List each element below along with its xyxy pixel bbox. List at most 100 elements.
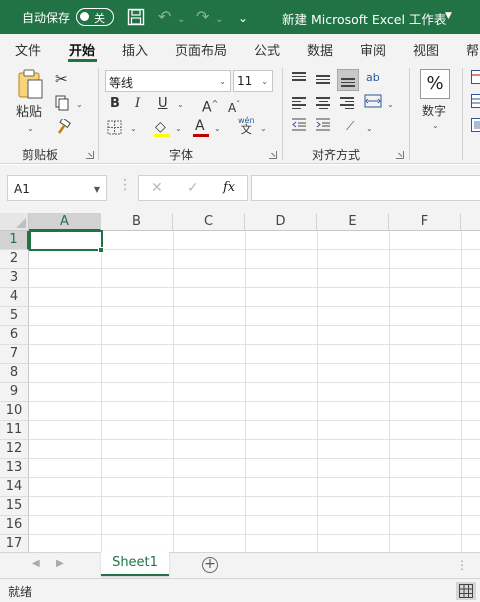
align-center-icon[interactable] <box>316 97 330 109</box>
align-right-icon[interactable] <box>340 97 354 109</box>
worksheet-grid[interactable]: A B C D E F 1 2 3 4 5 6 7 8 9 10 11 12 13 14 15 16 17 <box>0 213 480 552</box>
orientation-icon[interactable]: ab <box>366 69 380 87</box>
grow-font-button[interactable]: A^ <box>202 95 218 117</box>
column-header[interactable]: F <box>389 213 461 231</box>
tab-insert[interactable]: 插入 <box>122 40 148 59</box>
customize-qat-icon[interactable]: ⌄ <box>238 8 248 28</box>
conditional-format-icon[interactable] <box>471 70 480 90</box>
clipboard-launcher-icon[interactable] <box>86 151 94 159</box>
scroll-split-icon[interactable]: ⋮ <box>456 558 468 572</box>
merge-dropdown-icon[interactable]: ⌄ <box>387 100 394 109</box>
row-header[interactable]: 12 <box>0 440 29 459</box>
add-sheet-icon[interactable]: + <box>202 557 218 573</box>
copy-icon[interactable] <box>54 95 70 117</box>
select-all-button[interactable] <box>0 213 29 231</box>
row-header[interactable]: 17 <box>0 535 29 552</box>
paste-button[interactable] <box>12 68 48 108</box>
italic-button[interactable]: I <box>135 95 140 113</box>
column-header[interactable] <box>461 213 480 231</box>
undo-icon[interactable]: ↶ <box>158 7 171 27</box>
row-header[interactable]: 13 <box>0 459 29 478</box>
formula-bar-grip-icon[interactable]: ⋮ <box>118 177 132 193</box>
insert-function-button[interactable]: fx <box>223 180 235 195</box>
font-launcher-icon[interactable] <box>269 151 277 159</box>
column-header[interactable]: A <box>29 213 101 231</box>
formula-input[interactable] <box>251 175 480 201</box>
underline-dropdown-icon[interactable]: ⌄ <box>177 100 184 109</box>
column-header[interactable]: D <box>245 213 317 231</box>
text-direction-icon[interactable]: ⟋ <box>346 117 354 135</box>
autosave-toggle[interactable]: 关 <box>76 8 114 26</box>
sheet-tab[interactable]: Sheet1 <box>101 552 169 576</box>
next-sheet-icon[interactable]: ▶ <box>56 558 64 569</box>
tab-review[interactable]: 审阅 <box>360 40 386 59</box>
font-size-dropdown[interactable]: 11 ⌄ <box>233 70 273 92</box>
tab-help[interactable]: 帮 <box>466 40 479 59</box>
tab-home[interactable]: 开始 <box>69 40 95 59</box>
merge-center-icon[interactable] <box>364 93 382 115</box>
tab-file[interactable]: 文件 <box>15 40 41 59</box>
save-icon[interactable] <box>127 8 145 26</box>
bold-button[interactable]: B <box>110 95 120 113</box>
row-header[interactable]: 6 <box>0 326 29 345</box>
redo-icon[interactable]: ↷ <box>196 7 209 27</box>
font-color-button[interactable]: A <box>195 117 205 135</box>
shrink-font-button[interactable]: Aˇ <box>228 96 240 117</box>
tab-formulas[interactable]: 公式 <box>254 40 280 59</box>
normal-view-button[interactable] <box>456 582 476 600</box>
row-header[interactable]: 2 <box>0 250 29 269</box>
document-title[interactable]: 新建 Microsoft Excel 工作表 <box>282 9 446 28</box>
borders-icon[interactable] <box>107 120 122 141</box>
font-color-dropdown-icon[interactable]: ⌄ <box>214 124 221 133</box>
row-header[interactable]: 8 <box>0 364 29 383</box>
row-header[interactable]: 11 <box>0 421 29 440</box>
phonetic-dropdown-icon[interactable]: ⌄ <box>260 124 267 133</box>
top-align-icon[interactable] <box>292 72 306 84</box>
tab-view[interactable]: 视图 <box>413 40 439 59</box>
name-box-dropdown-icon[interactable]: ▼ <box>94 185 100 194</box>
phonetic-guide-button[interactable]: wén 文 <box>238 116 255 135</box>
tab-page-layout[interactable]: 页面布局 <box>175 40 227 59</box>
fill-handle[interactable] <box>98 247 104 253</box>
row-header[interactable]: 4 <box>0 288 29 307</box>
increase-indent-icon[interactable] <box>315 117 331 137</box>
row-header[interactable]: 14 <box>0 478 29 497</box>
middle-align-icon[interactable] <box>316 74 330 86</box>
number-dropdown-icon[interactable]: ⌄ <box>432 121 439 130</box>
row-header[interactable]: 9 <box>0 383 29 402</box>
copy-dropdown-icon[interactable]: ⌄ <box>76 100 83 109</box>
row-header[interactable]: 7 <box>0 345 29 364</box>
redo-dropdown-icon[interactable]: ⌄ <box>215 10 223 30</box>
font-name-dropdown[interactable]: 等线 ⌄ <box>105 70 231 92</box>
fill-color-dropdown-icon[interactable]: ⌄ <box>175 124 182 133</box>
cut-icon[interactable]: ✂ <box>55 70 68 88</box>
decrease-indent-icon[interactable] <box>291 117 307 137</box>
column-header[interactable]: C <box>173 213 245 231</box>
row-header[interactable]: 3 <box>0 269 29 288</box>
text-direction-dropdown-icon[interactable]: ⌄ <box>366 124 373 133</box>
align-left-icon[interactable] <box>292 97 306 109</box>
format-table-icon[interactable] <box>471 94 480 114</box>
title-dropdown-icon[interactable]: ▼ <box>445 11 452 21</box>
tab-data[interactable]: 数据 <box>307 40 333 59</box>
prev-sheet-icon[interactable]: ◀ <box>32 558 40 569</box>
alignment-launcher-icon[interactable] <box>396 151 404 159</box>
row-header[interactable]: 5 <box>0 307 29 326</box>
undo-dropdown-icon[interactable]: ⌄ <box>177 10 185 30</box>
cancel-entry-button[interactable]: ✕ <box>151 180 163 196</box>
row-header[interactable]: 1 <box>0 231 29 250</box>
column-header[interactable]: B <box>101 213 173 231</box>
row-header[interactable]: 10 <box>0 402 29 421</box>
row-header[interactable]: 16 <box>0 516 29 535</box>
format-painter-icon[interactable] <box>55 117 71 141</box>
number-format-button[interactable]: % <box>420 69 450 99</box>
paste-dropdown-icon[interactable]: ⌄ <box>27 124 34 133</box>
cell-styles-icon[interactable] <box>471 118 480 138</box>
borders-dropdown-icon[interactable]: ⌄ <box>130 124 137 133</box>
name-box[interactable]: A1 ▼ <box>7 175 107 201</box>
paste-label[interactable]: 粘贴 <box>16 104 42 122</box>
row-header[interactable]: 15 <box>0 497 29 516</box>
active-cell[interactable] <box>29 230 103 251</box>
enter-entry-button[interactable]: ✓ <box>187 180 199 196</box>
number-label[interactable]: 数字 <box>422 102 446 120</box>
